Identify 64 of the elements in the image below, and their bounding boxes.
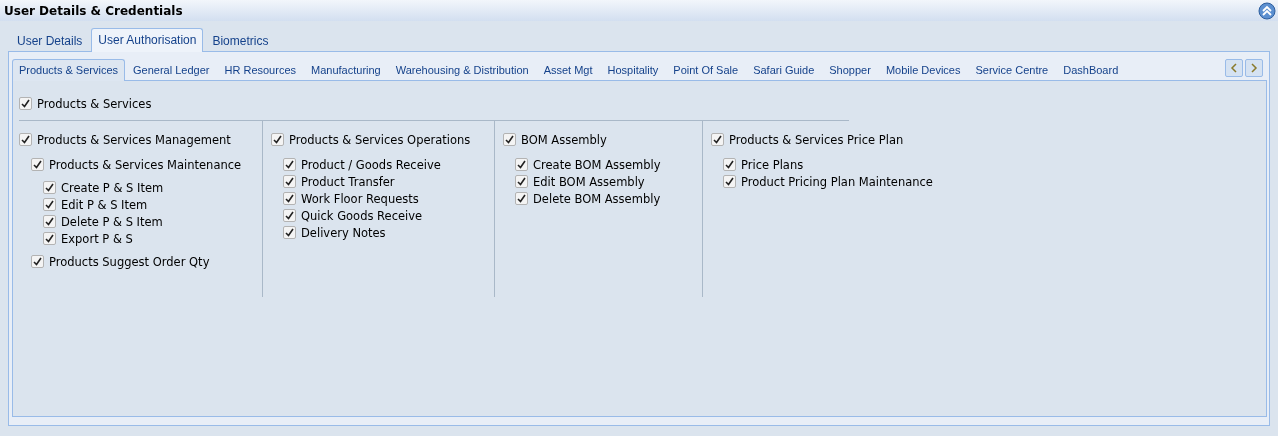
checkbox-label: Delivery Notes — [301, 225, 386, 240]
checkbox[interactable] — [515, 158, 528, 171]
checkbox[interactable] — [515, 192, 528, 205]
checkbox[interactable] — [19, 97, 32, 110]
checkbox-label: Work Floor Requests — [301, 191, 419, 206]
checkbox[interactable] — [19, 133, 32, 146]
checkbox-label: Products & Services Maintenance — [49, 157, 242, 172]
checkbox-label: Delete P & S Item — [61, 214, 163, 229]
checkbox[interactable] — [43, 198, 56, 211]
checkbox[interactable] — [31, 255, 44, 268]
tab[interactable]: Point Of Sale — [666, 59, 746, 80]
window-title: User Details & Credentials — [4, 3, 183, 18]
checkbox[interactable] — [283, 192, 296, 205]
checkbox-label: Products & Services Price Plan — [729, 132, 904, 147]
tab[interactable]: Manufacturing — [304, 59, 388, 80]
checkbox[interactable] — [723, 158, 736, 171]
checkbox-label: Quick Goods Receive — [301, 208, 423, 223]
tab[interactable]: Hospitality — [600, 59, 666, 80]
tab[interactable]: DashBoard — [1056, 59, 1126, 80]
checkbox[interactable] — [43, 181, 56, 194]
checkbox-label: Product Transfer — [301, 174, 395, 189]
checkbox[interactable] — [711, 133, 724, 146]
checkbox-label: Create BOM Assembly — [533, 157, 661, 172]
tab[interactable]: Mobile Devices — [878, 59, 968, 80]
checkbox[interactable] — [723, 175, 736, 188]
chevron-right-icon — [1250, 63, 1258, 73]
checkbox[interactable] — [515, 175, 528, 188]
checkbox[interactable] — [283, 158, 296, 171]
chevron-left-icon — [1230, 63, 1238, 73]
tab[interactable]: General Ledger — [126, 59, 217, 80]
checkbox[interactable] — [43, 232, 56, 245]
tab[interactable]: User Details — [10, 29, 90, 51]
tab[interactable]: Asset Mgt — [536, 59, 600, 80]
checkbox-label: Products & Services Management — [37, 132, 231, 147]
checkbox-label: Create P & S Item — [61, 180, 164, 195]
checkbox-label: Delete BOM Assembly — [533, 191, 661, 206]
checkbox[interactable] — [283, 175, 296, 188]
checkbox-label: Product / Goods Receive — [301, 157, 441, 172]
checkbox[interactable] — [283, 209, 296, 222]
checkbox[interactable] — [503, 133, 516, 146]
checkbox[interactable] — [31, 158, 44, 171]
checkbox-label: Products & Services Operations — [289, 132, 471, 147]
collapse-icon[interactable] — [1258, 1, 1276, 20]
checkbox-label: Product Pricing Plan Maintenance — [741, 174, 933, 189]
tab[interactable]: User Authorisation — [91, 28, 204, 52]
checkbox[interactable] — [271, 133, 284, 146]
checkbox[interactable] — [283, 226, 296, 239]
tab[interactable]: Shopper — [822, 59, 878, 80]
tab[interactable]: Products & Services — [12, 59, 126, 81]
checkbox-label: Price Plans — [741, 157, 804, 172]
checkbox-label: Export P & S — [61, 231, 133, 246]
checkbox-label: Edit BOM Assembly — [533, 174, 645, 189]
tab[interactable]: HR Resources — [217, 59, 304, 80]
scroll-left-button[interactable] — [1225, 59, 1243, 77]
checkbox-label: Products & Services — [37, 96, 152, 111]
checkbox-label: Products Suggest Order Qty — [49, 254, 210, 269]
tab[interactable]: Biometrics — [205, 29, 276, 51]
scroll-right-button[interactable] — [1245, 59, 1263, 77]
tab[interactable]: Service Centre — [968, 59, 1056, 80]
checkbox[interactable] — [43, 215, 56, 228]
checkbox-label: BOM Assembly — [521, 132, 607, 147]
checkbox-label: Edit P & S Item — [61, 197, 148, 212]
tab[interactable]: Warehousing & Distribution — [388, 59, 536, 80]
tab[interactable]: Safari Guide — [746, 59, 822, 80]
